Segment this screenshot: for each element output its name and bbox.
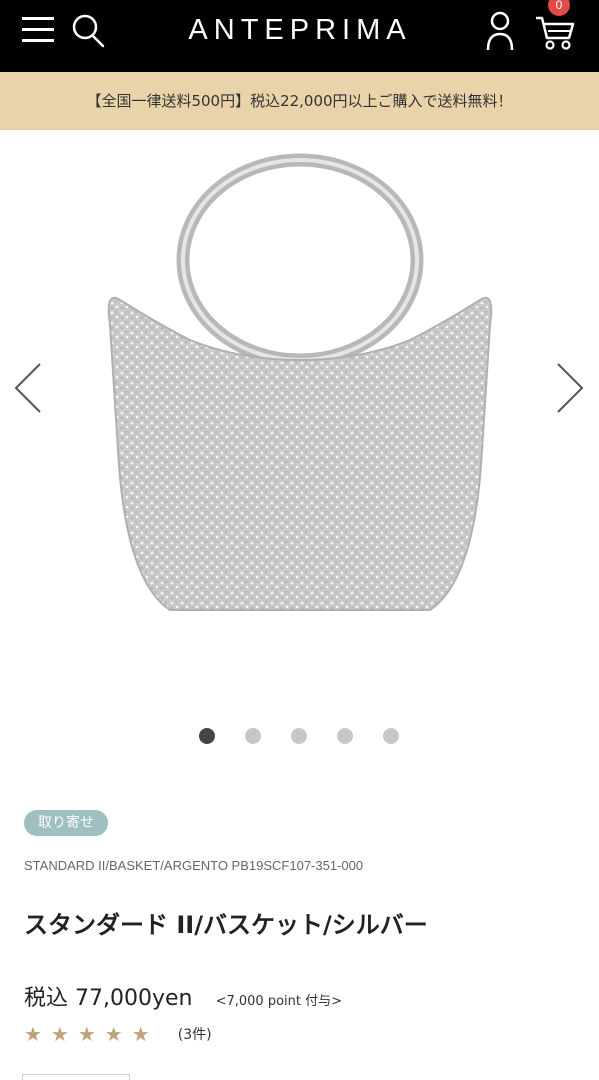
shipping-banner: 【全国一律送料500円】税込22,000円以上ご購入で送料無料！ bbox=[0, 72, 599, 130]
product-title: スタンダード II/バスケット/シルバー bbox=[24, 911, 428, 939]
order-status-tag: 取り寄せ bbox=[24, 810, 108, 836]
brand-logo[interactable]: ANTEPRIMA bbox=[150, 12, 450, 48]
previous-image-arrow[interactable] bbox=[8, 358, 48, 418]
pagination-dot[interactable] bbox=[291, 728, 307, 744]
user-icon[interactable] bbox=[484, 10, 516, 52]
rating-row[interactable]: ★★★★★ (3件) bbox=[24, 1022, 212, 1050]
review-count[interactable]: (3件) bbox=[178, 1024, 212, 1044]
product-price: 税込 77,000yen bbox=[24, 986, 193, 1011]
rating-stars: ★★★★★ bbox=[24, 1022, 159, 1046]
pagination-dot[interactable] bbox=[383, 728, 399, 744]
product-image bbox=[107, 153, 493, 611]
next-image-arrow[interactable] bbox=[550, 358, 590, 418]
pagination-dot[interactable] bbox=[245, 728, 261, 744]
product-sku: STANDARD II/BASKET/ARGENTO PB19SCF107-35… bbox=[24, 858, 364, 873]
price-row: 税込 77,000yen <7,000 point 付与> bbox=[24, 980, 342, 1014]
cart-icon[interactable] bbox=[534, 12, 576, 52]
cut-off-button-edge bbox=[22, 1074, 130, 1080]
search-icon[interactable] bbox=[70, 11, 106, 49]
top-bar: ANTEPRIMA 0 bbox=[0, 0, 599, 72]
product-image-gallery[interactable] bbox=[0, 130, 599, 710]
gallery-pagination bbox=[0, 726, 599, 746]
reward-points: <7,000 point 付与> bbox=[215, 994, 342, 1009]
menu-icon[interactable] bbox=[22, 15, 56, 45]
pagination-dot[interactable] bbox=[199, 728, 215, 744]
pagination-dot[interactable] bbox=[337, 728, 353, 744]
